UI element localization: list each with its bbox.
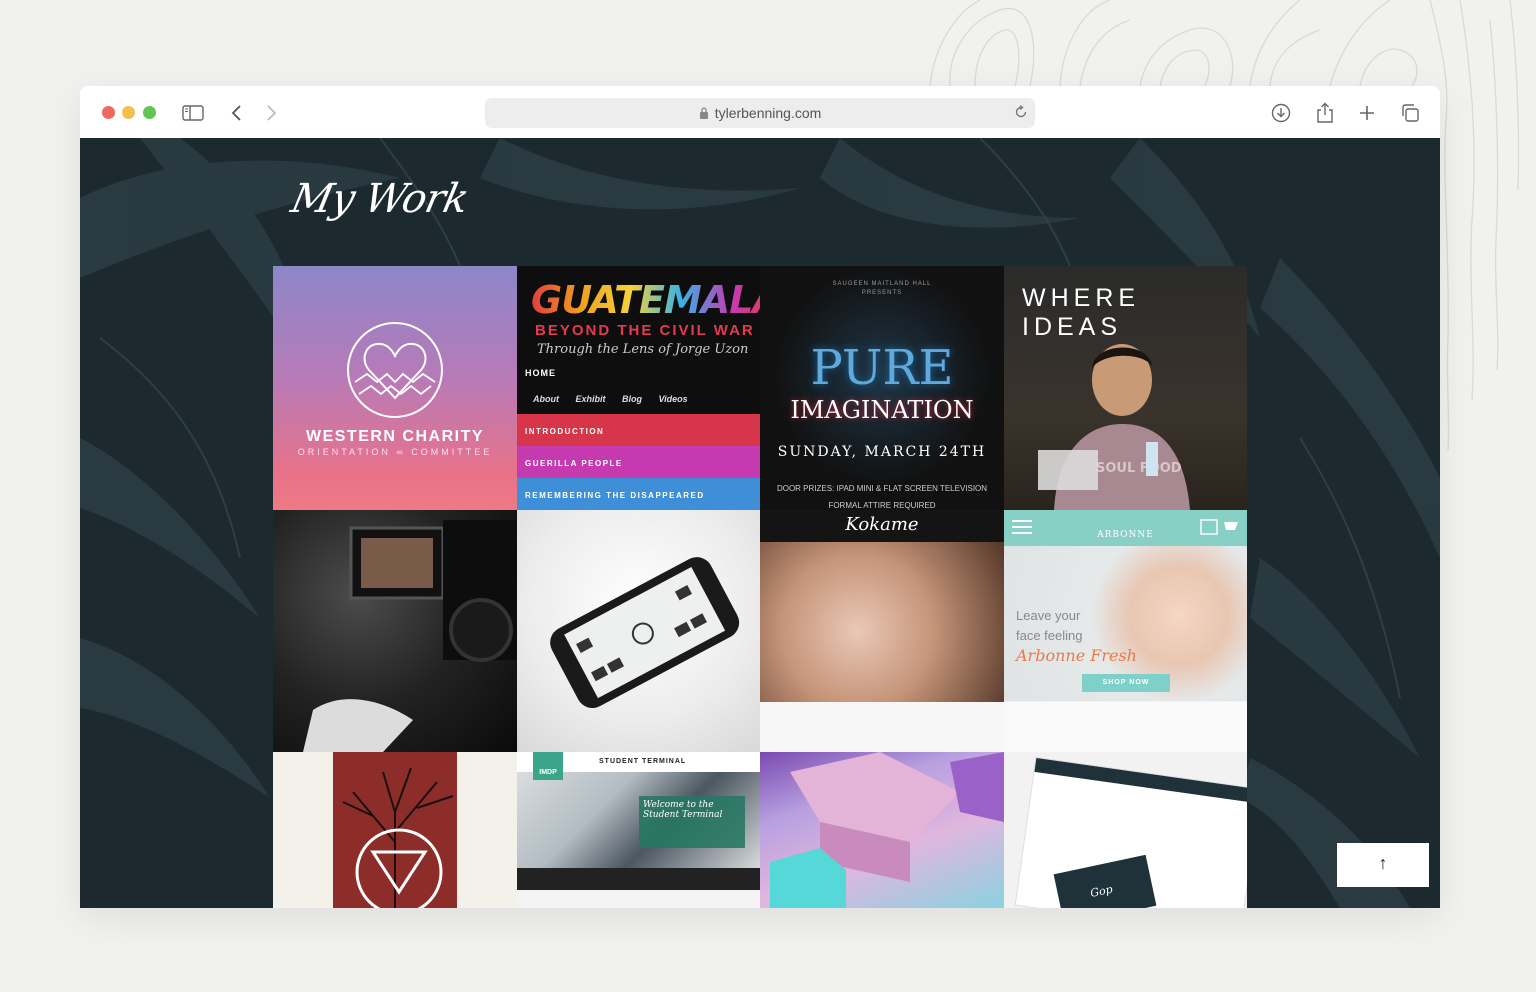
camera-scene — [303, 520, 517, 752]
tile-nav-home: HOME — [525, 368, 556, 378]
tile-section-band: REMEMBERING THE DISAPPEARED — [517, 478, 760, 510]
portfolio-tile-where-ideas[interactable]: WHERE IDEAS SOUL FOOD — [1004, 266, 1247, 510]
tile-shop-button: SHOP NOW — [1082, 674, 1170, 692]
tile-icon-bar — [517, 868, 760, 890]
tile-presenter: SAUGEEN MAITLAND HALL PRESENTS — [832, 281, 932, 296]
portfolio-tile-guatemala[interactable]: GUATEMALA BEYOND THE CIVIL WAR Through t… — [517, 266, 760, 510]
sidebar-toggle-icon[interactable] — [180, 100, 206, 126]
portfolio-tile-arbonne[interactable]: ARBONNE Leave your face feeling Arbonne … — [1004, 510, 1247, 752]
tile-title-2: IMAGINATION — [790, 396, 974, 424]
browser-window: tylerbenning.com My Work WESTERN CHARITY… — [80, 86, 1440, 908]
isometric-illustration — [770, 752, 1004, 908]
close-window-button[interactable] — [102, 106, 115, 119]
reload-icon[interactable] — [1013, 104, 1029, 123]
portfolio-tile-pure-imagination[interactable]: SAUGEEN MAITLAND HALL PRESENTS PURE IMAG… — [760, 266, 1004, 510]
address-bar[interactable]: tylerbenning.com — [485, 98, 1035, 128]
minimize-window-button[interactable] — [122, 106, 135, 119]
tile-strip — [1004, 702, 1247, 752]
tile-title: GUATEMALA — [531, 278, 760, 322]
browser-toolbar: tylerbenning.com — [80, 86, 1440, 138]
tile-details: DOOR PRIZES: IPAD MINI & FLAT SCREEN TEL… — [776, 484, 988, 510]
tile-welcome-box: Welcome to the Student Terminal — [639, 796, 745, 848]
share-icon[interactable] — [1312, 100, 1338, 126]
portfolio-tile-camera-shoot[interactable] — [273, 510, 517, 752]
tab-overview-icon[interactable] — [1397, 100, 1423, 126]
tile-title: PURE — [810, 340, 954, 396]
tile-section-band: GUERILLA PEOPLE — [517, 446, 760, 478]
portfolio-tile-tree-logo[interactable] — [273, 752, 517, 908]
tile-subtitle: ORIENTATION ∞ COMMITTEE — [297, 447, 493, 457]
portfolio-tile-kokame[interactable]: Kokame — [760, 510, 1004, 752]
tile-product: Arbonne Fresh — [1016, 646, 1137, 665]
tile-tagline: Leave your face feeling — [1016, 608, 1083, 643]
maximize-window-button[interactable] — [143, 106, 156, 119]
forward-chevron-icon[interactable] — [258, 100, 284, 126]
portfolio-tile-gop-stationery[interactable]: Gop — [1004, 752, 1247, 908]
cart-icon — [1200, 519, 1238, 535]
svg-text:SOUL FOOD: SOUL FOOD — [1096, 461, 1182, 476]
tile-header-bar: ARBONNE — [1004, 510, 1247, 546]
tile-badge: IMDP — [533, 752, 563, 780]
scroll-to-top-button[interactable]: ↑ — [1337, 843, 1429, 887]
tile-title: WESTERN CHARITY — [305, 428, 485, 445]
page-viewport: My Work WESTERN CHARITY ORIENTATION ∞ CO… — [80, 138, 1440, 908]
tile-brand: Kokame — [760, 510, 1004, 542]
lock-icon — [699, 107, 709, 119]
back-chevron-icon[interactable] — [224, 100, 250, 126]
portfolio-tile-student-terminal[interactable]: STUDENT TERMINAL IMDP Welcome to the Stu… — [517, 752, 760, 908]
tile-date: SUNDAY, MARCH 24TH — [777, 444, 987, 460]
tile-subtitle: BEYOND THE CIVIL WAR — [535, 322, 755, 339]
speaker-photo: SOUL FOOD — [1038, 344, 1190, 510]
heart-mountain-logo-icon — [347, 322, 443, 418]
page-title: My Work — [287, 176, 472, 222]
portfolio-tile-western-charity[interactable]: WESTERN CHARITY ORIENTATION ∞ COMMITTEE — [273, 266, 517, 510]
portfolio-tile-phone-app[interactable] — [517, 510, 760, 752]
tile-nav-links: About Exhibit Blog Videos — [533, 394, 688, 404]
address-url: tylerbenning.com — [714, 105, 822, 121]
tile-byline: Through the Lens of Jorge Uzon — [537, 342, 749, 357]
portfolio-tile-3d-illustration[interactable] — [760, 752, 1004, 908]
tile-section-band: INTRODUCTION — [517, 414, 760, 446]
new-tab-plus-icon[interactable] — [1354, 100, 1380, 126]
download-icon[interactable] — [1268, 100, 1294, 126]
tree-triangle-logo-icon — [342, 767, 454, 908]
smartphone-mockup — [550, 557, 740, 709]
tile-strip — [760, 702, 1004, 752]
portfolio-grid: WESTERN CHARITY ORIENTATION ∞ COMMITTEE … — [273, 266, 1247, 908]
